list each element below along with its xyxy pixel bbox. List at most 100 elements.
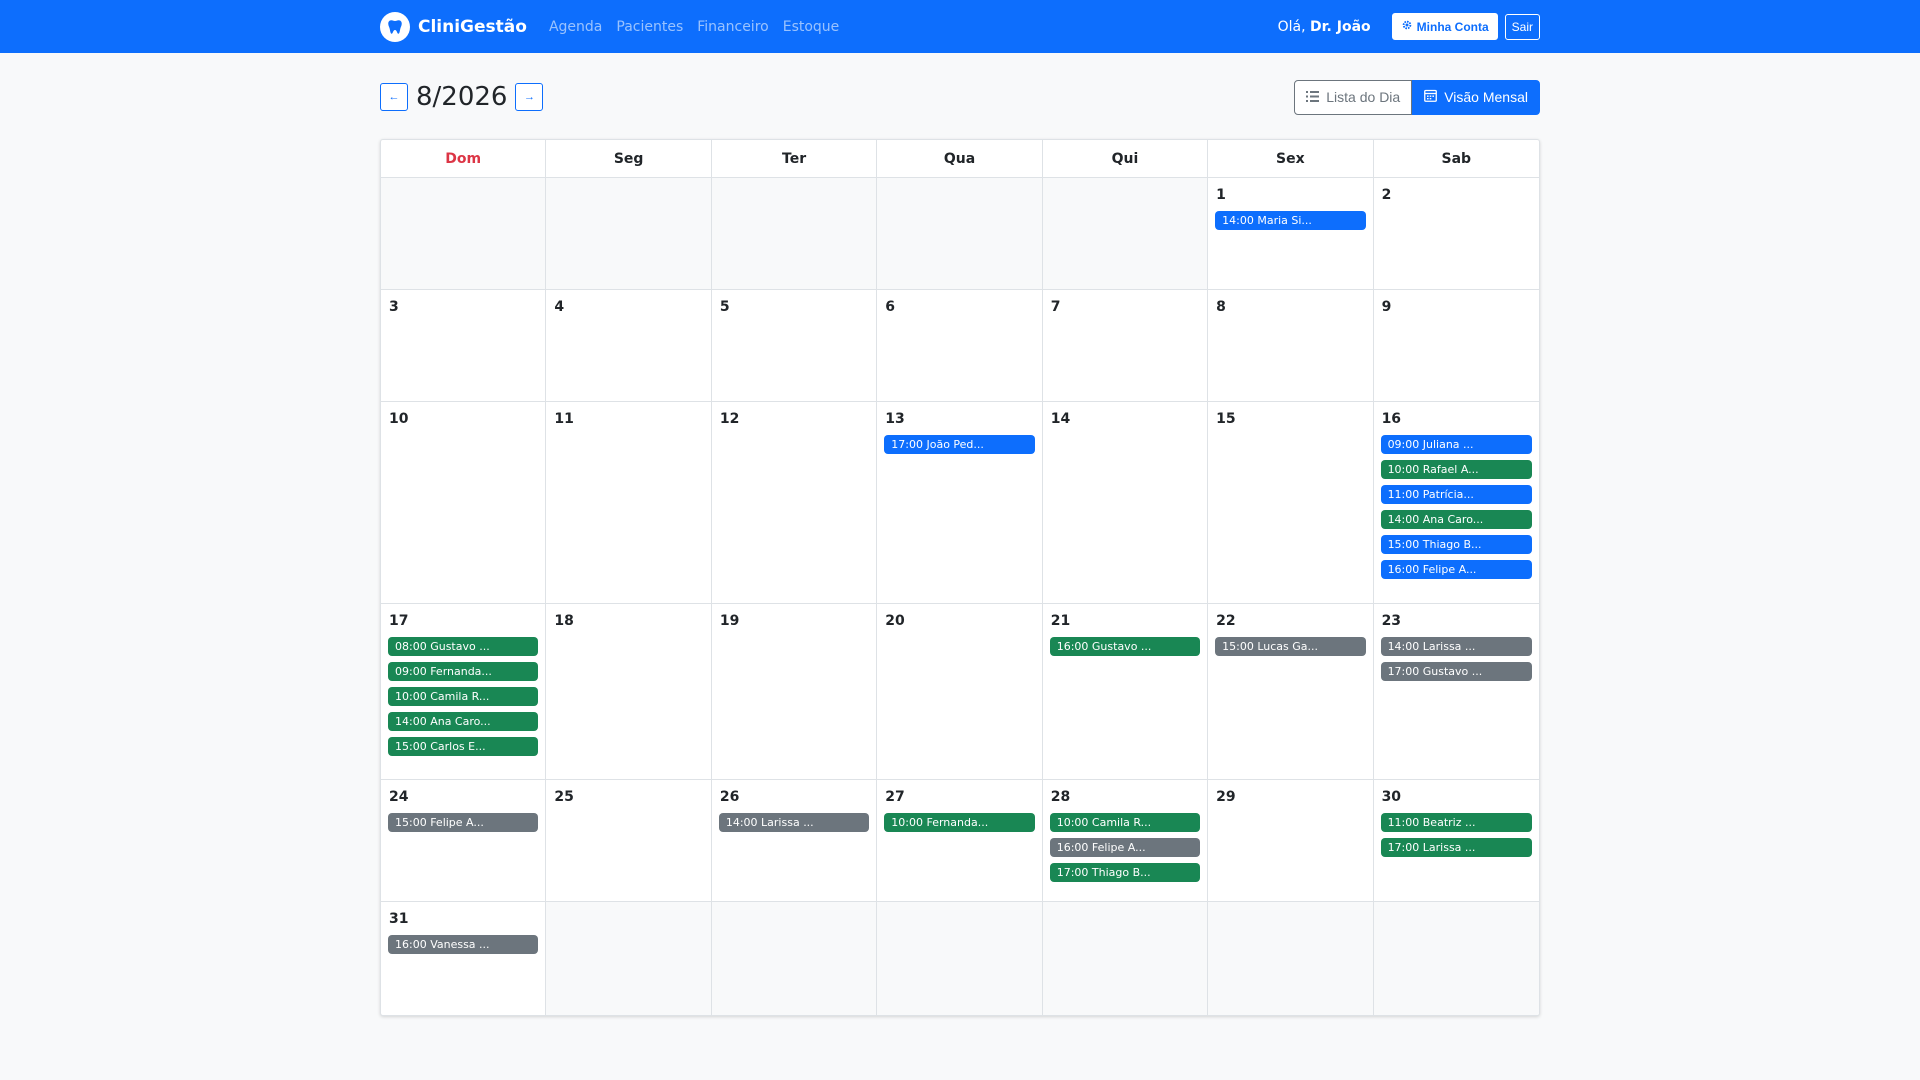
account-button-label: Minha Conta bbox=[1416, 19, 1489, 34]
empty-day-cell bbox=[546, 902, 712, 1015]
day-number: 8 bbox=[1216, 299, 1226, 315]
day-cell[interactable]: 29 bbox=[1208, 780, 1374, 902]
top-navbar: CliniGestão Agenda Pacientes Financeiro … bbox=[0, 0, 1920, 53]
day-number: 4 bbox=[554, 299, 565, 315]
prev-month-button[interactable]: ← bbox=[380, 83, 408, 111]
day-cell[interactable]: 17 08:00 Gustavo ... 09:00 Fernanda... 10:0… bbox=[381, 604, 547, 780]
day-cell[interactable]: 16 09:00 Juliana ... 10:00 Rafael A... 11:0… bbox=[1373, 402, 1539, 604]
appointment-event[interactable]: 14:00 Ana Caro... bbox=[1380, 510, 1532, 529]
weekday-label: Ter bbox=[712, 140, 878, 177]
weekday-label: Qui bbox=[1043, 140, 1209, 177]
appointment-event[interactable]: 15:00 Felipe A... bbox=[388, 813, 539, 832]
list-icon bbox=[1306, 89, 1320, 105]
nav-link-estoque[interactable]: Estoque bbox=[783, 19, 840, 35]
appointment-event[interactable]: 14:00 Ana Caro... bbox=[388, 712, 539, 731]
day-cell[interactable]: 3 bbox=[381, 290, 547, 402]
day-cell[interactable]: 22 15:00 Lucas Ga... bbox=[1208, 604, 1374, 780]
day-cell[interactable]: 18 bbox=[546, 604, 712, 780]
day-cell[interactable]: 26 14:00 Larissa ... bbox=[711, 780, 878, 902]
day-cell[interactable]: 24 15:00 Felipe A... bbox=[381, 780, 547, 902]
appointment-event[interactable]: 10:00 Camila R... bbox=[388, 687, 539, 706]
day-number: 30 bbox=[1381, 789, 1402, 805]
day-cell[interactable]: 19 bbox=[711, 604, 878, 780]
appointment-event[interactable]: 11:00 Beatriz ... bbox=[1380, 813, 1532, 832]
day-cell[interactable]: 27 10:00 Fernanda... bbox=[877, 780, 1043, 902]
day-cell[interactable]: 9 bbox=[1373, 290, 1539, 402]
appointment-event[interactable]: 16:00 Gustavo ... bbox=[1049, 637, 1201, 656]
day-cell[interactable]: 5 bbox=[711, 290, 878, 402]
logout-button[interactable]: Sair bbox=[1504, 13, 1540, 40]
list-view-button[interactable]: Lista do Dia bbox=[1294, 79, 1413, 115]
day-cell[interactable]: 13 17:00 João Ped... bbox=[877, 402, 1043, 604]
day-number: 20 bbox=[885, 613, 905, 629]
next-month-button[interactable]: → bbox=[515, 83, 544, 111]
appointment-event[interactable]: 09:00 Fernanda... bbox=[388, 662, 539, 681]
day-number: 1 bbox=[1216, 187, 1226, 203]
day-cell[interactable]: 14 bbox=[1042, 402, 1209, 604]
calendar-toolbar: ← 8/2026 → Lista do Dia Visão Mensal bbox=[380, 53, 1540, 123]
month-calendar: Dom Seg Ter Qua Qui Sex Sab 1 14:00 Maria… bbox=[380, 139, 1540, 1016]
appointment-event[interactable]: 14:00 Maria Si... bbox=[1215, 211, 1366, 230]
weekday-label: Sab bbox=[1441, 150, 1472, 167]
day-cell[interactable]: 12 bbox=[711, 402, 878, 604]
day-number: 29 bbox=[1216, 789, 1236, 805]
day-cell[interactable]: 10 bbox=[381, 402, 547, 604]
tooth-icon bbox=[380, 11, 410, 42]
appointment-event[interactable]: 17:00 João Ped... bbox=[884, 435, 1035, 454]
empty-day-cell bbox=[1208, 902, 1374, 1015]
day-cell[interactable]: 6 bbox=[877, 290, 1043, 402]
day-cell[interactable]: 8 bbox=[1208, 290, 1374, 402]
appointment-event[interactable]: 10:00 Rafael A... bbox=[1380, 460, 1532, 479]
day-number: 10 bbox=[389, 411, 409, 427]
month-view-button[interactable]: Visão Mensal bbox=[1412, 79, 1540, 115]
appointment-event[interactable]: 09:00 Juliana ... bbox=[1380, 435, 1532, 454]
appointment-event[interactable]: 17:00 Thiago B... bbox=[1049, 863, 1201, 882]
brand[interactable]: CliniGestão bbox=[380, 11, 527, 42]
appointment-event[interactable]: 15:00 Carlos E... bbox=[388, 737, 539, 756]
day-cell[interactable]: 31 16:00 Vanessa ... bbox=[381, 902, 547, 1015]
appointment-event[interactable]: 15:00 Lucas Ga... bbox=[1215, 637, 1366, 656]
day-cell[interactable]: 2 bbox=[1373, 178, 1539, 290]
appointment-event[interactable]: 08:00 Gustavo ... bbox=[388, 637, 539, 656]
user-greeting: Olá, Dr. João bbox=[1278, 19, 1371, 35]
view-toggle: Lista do Dia Visão Mensal bbox=[1294, 79, 1540, 115]
appointment-event[interactable]: 11:00 Patrícia... bbox=[1380, 485, 1532, 504]
nav-link-financeiro[interactable]: Financeiro bbox=[697, 19, 768, 35]
empty-day-cell bbox=[1373, 902, 1539, 1015]
appointment-event[interactable]: 16:00 Vanessa ... bbox=[388, 935, 539, 954]
nav-link-pacientes[interactable]: Pacientes bbox=[616, 19, 683, 35]
day-cell[interactable]: 25 bbox=[546, 780, 712, 902]
day-cell[interactable]: 11 bbox=[546, 402, 712, 604]
day-number: 18 bbox=[554, 613, 574, 629]
day-number: 11 bbox=[554, 411, 574, 427]
main-nav: Agenda Pacientes Financeiro Estoque bbox=[549, 19, 839, 35]
appointment-event[interactable]: 10:00 Fernanda... bbox=[884, 813, 1035, 832]
brand-name: CliniGestão bbox=[418, 16, 527, 37]
appointment-event[interactable]: 16:00 Felipe A... bbox=[1049, 838, 1201, 857]
day-cell[interactable]: 21 16:00 Gustavo ... bbox=[1042, 604, 1209, 780]
appointment-event[interactable]: 14:00 Larissa ... bbox=[1380, 637, 1532, 656]
appointment-event[interactable]: 17:00 Gustavo ... bbox=[1380, 662, 1532, 681]
account-button[interactable]: Minha Conta bbox=[1391, 13, 1498, 40]
appointment-event[interactable]: 17:00 Larissa ... bbox=[1380, 838, 1532, 857]
day-number: 23 bbox=[1381, 613, 1402, 629]
empty-day-cell bbox=[711, 178, 878, 290]
appointment-event[interactable]: 10:00 Camila R... bbox=[1049, 813, 1201, 832]
day-cell[interactable]: 28 10:00 Camila R... 16:00 Felipe A... 17:0… bbox=[1042, 780, 1209, 902]
day-cell[interactable]: 15 bbox=[1208, 402, 1374, 604]
day-cell[interactable]: 4 bbox=[546, 290, 712, 402]
day-cell[interactable]: 1 14:00 Maria Si... bbox=[1208, 178, 1374, 290]
appointment-event[interactable]: 15:00 Thiago B... bbox=[1380, 535, 1532, 554]
day-cell[interactable]: 7 bbox=[1042, 290, 1209, 402]
weekday-label: Qua bbox=[877, 140, 1043, 177]
day-cell[interactable]: 30 11:00 Beatriz ... 17:00 Larissa ... bbox=[1373, 780, 1539, 902]
day-cell[interactable]: 23 14:00 Larissa ... 17:00 Gustavo ... bbox=[1373, 604, 1539, 780]
appointment-event[interactable]: 16:00 Felipe A... bbox=[1380, 560, 1532, 579]
user-name: Dr. João bbox=[1310, 18, 1371, 35]
empty-day-cell bbox=[381, 178, 547, 290]
day-number: 21 bbox=[1050, 613, 1071, 629]
nav-link-agenda[interactable]: Agenda bbox=[549, 19, 602, 35]
appointment-event[interactable]: 14:00 Larissa ... bbox=[718, 813, 870, 832]
day-cell[interactable]: 20 bbox=[877, 604, 1043, 780]
empty-day-cell bbox=[877, 178, 1043, 290]
